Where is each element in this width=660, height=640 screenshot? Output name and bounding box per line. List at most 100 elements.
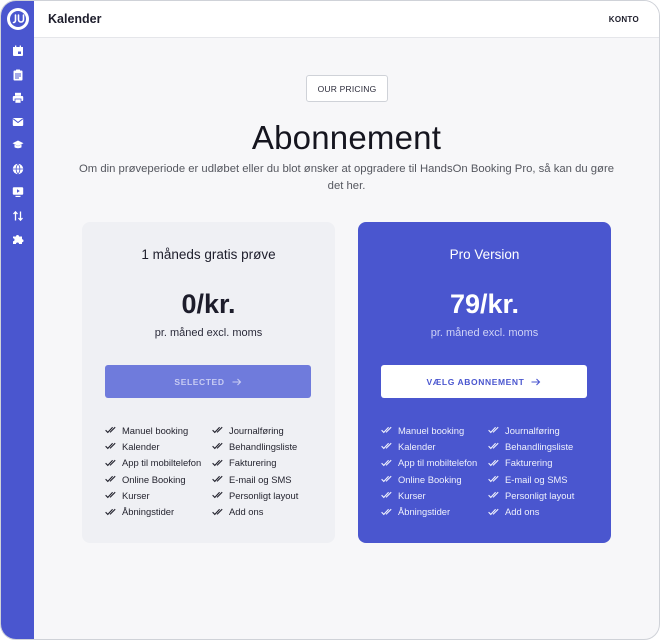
feature-list: Manuel booking Kalender App til mobiltelef… (105, 422, 315, 520)
feature-item: Kurser (105, 487, 212, 503)
button-label: VÆLG ABONNEMENT (426, 376, 525, 387)
page-header-title: Kalender (48, 12, 102, 26)
feature-item: Add ons (212, 503, 315, 519)
feature-item: Online Booking (381, 471, 488, 487)
feature-column-left: Manuel booking Kalender App til mobiltelef… (105, 422, 212, 520)
feature-label: Online Booking (122, 473, 186, 485)
feature-item: Kalender (105, 438, 212, 454)
free-plan-card: 1 måneds gratis prøve 0/kr. pr. måned ex… (82, 222, 335, 543)
pricing-page: OUR PRICING Abonnement Om din prøveperio… (34, 39, 659, 639)
feature-label: Add ons (505, 506, 540, 518)
feature-item: Online Booking (105, 471, 212, 487)
feature-item: Manuel booking (381, 422, 488, 438)
double-check-icon (105, 426, 116, 434)
account-link[interactable]: KONTO (609, 15, 639, 24)
feature-item: Journalføring (212, 422, 315, 438)
double-check-icon (488, 508, 499, 515)
app-logo[interactable] (6, 8, 29, 30)
sidebar-item-media[interactable] (11, 185, 25, 199)
double-check-icon (212, 475, 223, 483)
double-check-icon (381, 426, 392, 434)
feature-label: Personligt layout (505, 489, 575, 501)
feature-label: Fakturering (229, 457, 277, 469)
feature-item: E-mail og SMS (212, 471, 315, 487)
double-check-icon (381, 443, 392, 450)
feature-item: Behandlingsliste (212, 438, 315, 454)
sidebar-item-courses[interactable] (11, 138, 25, 152)
plan-price: 79/kr. (449, 289, 520, 319)
feature-label: Kurser (122, 489, 150, 501)
button-label: SELECTED (174, 376, 225, 387)
feature-label: Manuel booking (122, 424, 189, 436)
feature-item: Behandlingsliste (488, 438, 591, 454)
pro-plan-card: Pro Version 79/kr. pr. måned excl. moms … (358, 222, 611, 543)
double-check-icon (381, 492, 392, 499)
double-check-icon (212, 492, 223, 499)
choose-subscription-button[interactable]: VÆLG ABONNEMENT (381, 365, 587, 398)
app-window: Kalender KONTO OUR PRICING Abonnement Om… (0, 0, 660, 640)
feature-item: Åbningstider (381, 503, 488, 519)
feature-label: Kalender (398, 440, 436, 452)
feature-item: App til mobiltelefon (105, 455, 212, 471)
double-check-icon (105, 459, 116, 466)
arrow-right-icon (232, 378, 242, 386)
arrow-right-icon (531, 378, 541, 386)
plan-price-note: pr. måned excl. moms (430, 327, 539, 339)
feature-item: Fakturering (488, 455, 591, 471)
plan-price: 0/kr. (181, 289, 236, 319)
feature-label: Åbningstider (122, 506, 175, 518)
sidebar-item-journal[interactable] (11, 68, 25, 82)
sidebar-item-online[interactable] (11, 162, 25, 176)
feature-label: Online Booking (398, 473, 462, 485)
sidebar-item-print[interactable] (11, 91, 25, 105)
feature-item: Kalender (381, 438, 488, 454)
printer-icon (12, 92, 23, 104)
feature-item: Kurser (381, 487, 488, 503)
feature-item: Personligt layout (212, 487, 315, 503)
feature-label: Personligt layout (229, 489, 299, 501)
double-check-icon (488, 459, 499, 466)
double-check-icon (212, 459, 223, 466)
double-check-icon (381, 459, 392, 466)
page-description: Om din prøveperiode er udløbet eller du … (79, 163, 614, 192)
feature-label: Kurser (398, 489, 426, 501)
sidebar-item-transfer[interactable] (11, 209, 25, 223)
swap-vertical-icon (12, 210, 23, 221)
plan-price-note: pr. måned excl. moms (154, 327, 263, 339)
sidebar-item-calendar[interactable] (11, 44, 25, 58)
feature-column-right: Journalføring Behandlingsliste Fakturering… (212, 422, 315, 520)
feature-label: E-mail og SMS (229, 473, 292, 485)
sidebar-item-addons[interactable] (11, 232, 25, 246)
top-bar: Kalender KONTO (34, 1, 659, 38)
double-check-icon (212, 426, 223, 434)
calendar-icon (12, 45, 23, 56)
feature-list: Manuel booking Kalender App til mobiltelef… (381, 422, 591, 520)
double-check-icon (488, 475, 499, 483)
sidebar-item-mail[interactable] (11, 115, 25, 129)
feature-label: Manuel booking (398, 424, 465, 436)
feature-label: Add ons (229, 506, 264, 518)
feature-item: Personligt layout (488, 487, 591, 503)
feature-item: Manuel booking (105, 422, 212, 438)
pricing-chip: OUR PRICING (306, 75, 388, 102)
clipboard-icon (13, 69, 22, 80)
double-check-icon (212, 508, 223, 515)
feature-item: App til mobiltelefon (381, 455, 488, 471)
sidebar (1, 1, 34, 639)
double-check-icon (105, 508, 116, 515)
feature-label: Behandlingsliste (229, 440, 298, 452)
feature-item: Add ons (488, 503, 591, 519)
page-title: Abonnement (251, 119, 442, 156)
selected-plan-button[interactable]: SELECTED (105, 365, 311, 398)
puzzle-icon (12, 235, 23, 244)
feature-label: Journalføring (505, 424, 560, 436)
feature-label: Kalender (122, 440, 160, 452)
feature-column-right: Journalføring Behandlingsliste Fakturering… (488, 422, 591, 520)
double-check-icon (212, 443, 223, 450)
feature-item: Fakturering (212, 455, 315, 471)
double-check-icon (105, 492, 116, 499)
feature-column-left: Manuel booking Kalender App til mobiltelef… (381, 422, 488, 520)
feature-label: E-mail og SMS (505, 473, 568, 485)
monitor-play-icon (12, 187, 23, 197)
feature-item: E-mail og SMS (488, 471, 591, 487)
